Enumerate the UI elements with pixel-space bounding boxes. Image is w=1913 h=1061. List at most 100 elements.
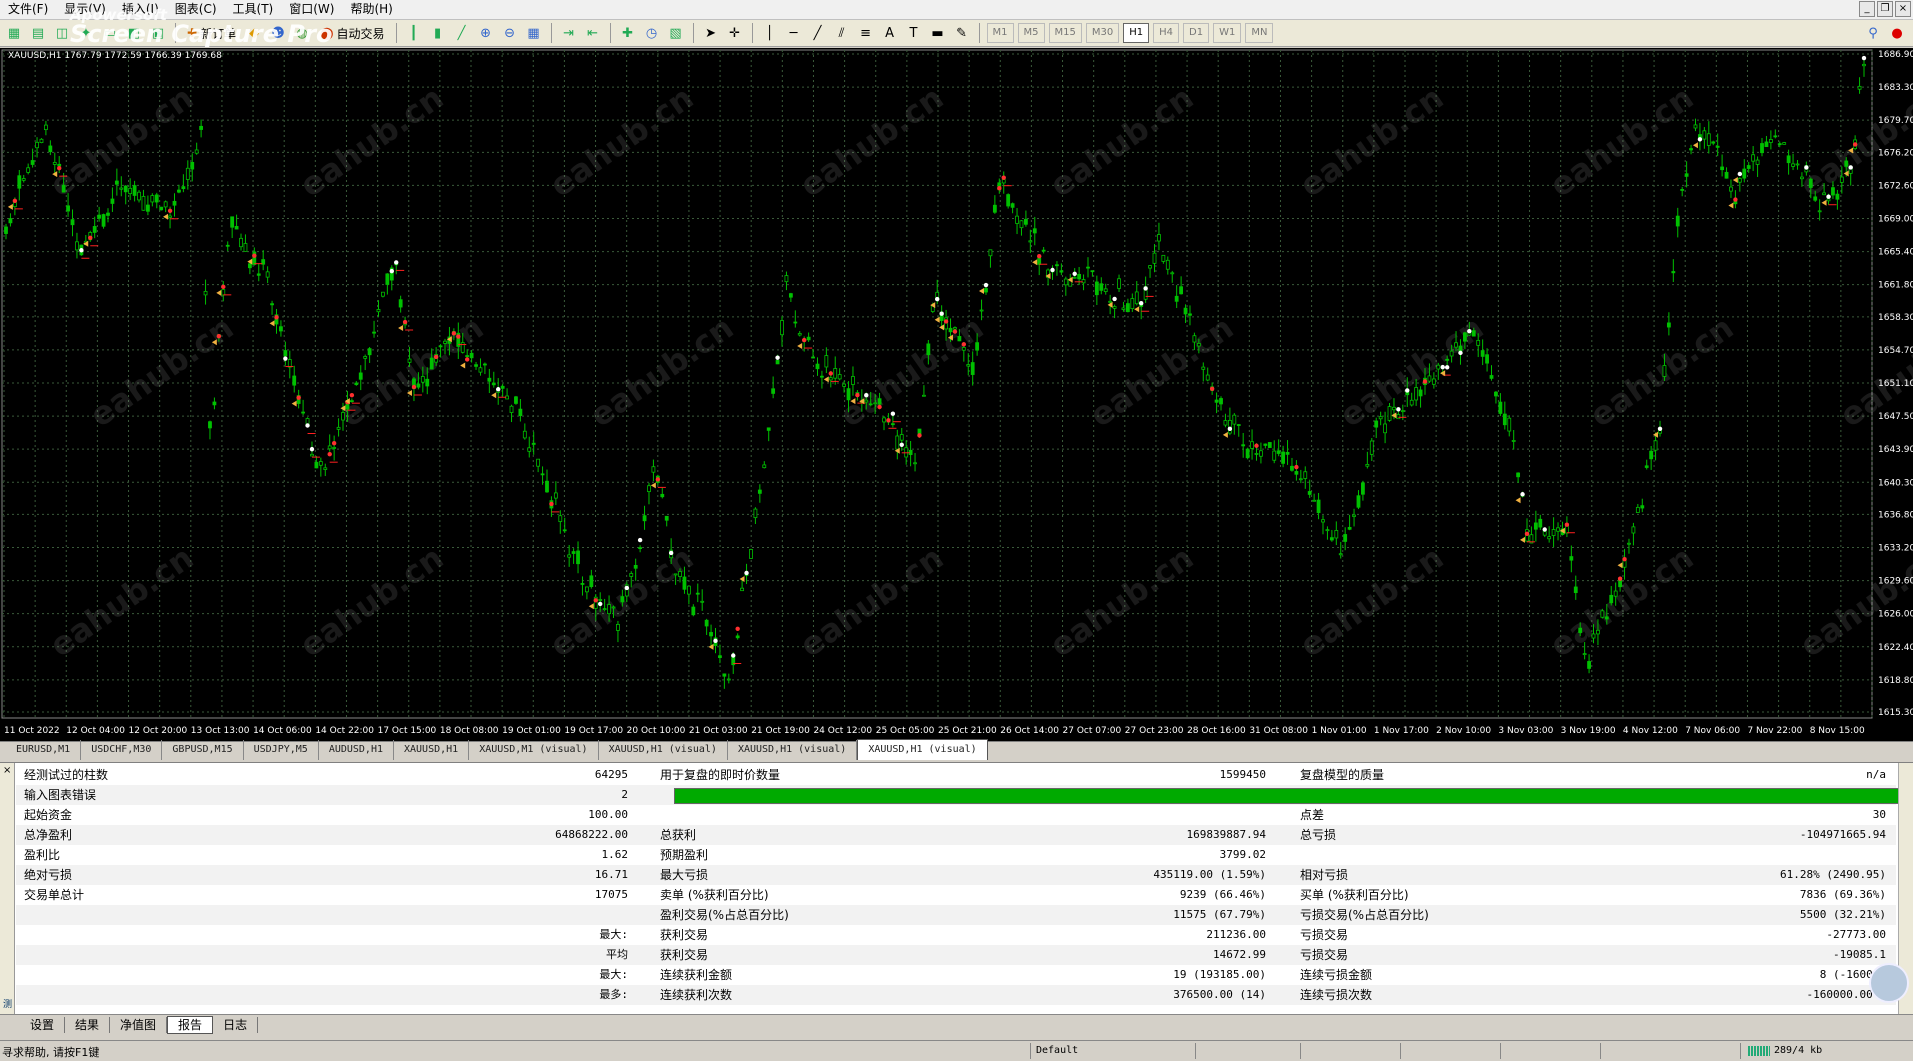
chart-tab-audusd-h1[interactable]: AUDUSD,H1 (319, 740, 394, 760)
tester-icon[interactable]: ◧ (124, 23, 144, 43)
candle-body (327, 445, 332, 450)
navigator-icon[interactable]: ✦ (76, 23, 96, 43)
time-label: 7 Nov 06:00 (1685, 726, 1740, 736)
market-watch-icon[interactable]: ◫ (52, 23, 72, 43)
text-label-icon[interactable]: T (904, 23, 924, 43)
tf-m1[interactable]: M1 (986, 23, 1014, 43)
tab-graph[interactable]: 净值图 (110, 1016, 168, 1033)
meta-editor-icon[interactable]: ◆ (244, 23, 264, 43)
tf-mn[interactable]: MN (1245, 23, 1274, 43)
label-consecutive-loss: 连续亏损次数 (1300, 988, 1373, 1002)
candle-body (1148, 265, 1152, 269)
cursor-icon[interactable]: ➤ (701, 23, 721, 43)
chart-shift-icon[interactable]: ⇤ (583, 23, 603, 43)
zoom-out-icon[interactable]: ⊖ (500, 23, 520, 43)
menu-insert[interactable]: 插入(I) (114, 0, 167, 19)
tf-h1[interactable]: H1 (1123, 23, 1150, 43)
minimize-icon[interactable]: _ (1859, 1, 1875, 17)
menu-chart[interactable]: 图表(C) (167, 0, 225, 19)
menu-tools[interactable]: 工具(T) (225, 0, 282, 19)
candle-body (1653, 440, 1658, 451)
chart-tab-gbpusd-m15[interactable]: GBPUSD,M15 (162, 740, 244, 760)
channel-icon[interactable]: ⫽ (832, 23, 852, 43)
indicators-icon[interactable]: ✚ (618, 23, 638, 43)
tab-settings[interactable]: 设置 (20, 1016, 66, 1033)
chart-tab-xauusd-h1[interactable]: XAUUSD,H1 (394, 740, 470, 760)
candlestick-icon[interactable]: ▮ (428, 23, 448, 43)
crosshair-icon[interactable]: ✛ (725, 23, 745, 43)
menu-view[interactable]: 显示(V) (56, 0, 114, 19)
close-icon[interactable]: × (1895, 1, 1911, 17)
templates-icon[interactable]: ▧ (666, 23, 686, 43)
people-icon[interactable]: ☻ (268, 23, 288, 43)
assistant-robot-icon[interactable] (1869, 963, 1909, 1003)
chart-tab-xauusd-h1-visual-1[interactable]: XAUUSD,H1 (visual) (599, 740, 728, 760)
value-largest-profit-trade: 211236.00 (1206, 928, 1266, 941)
notification-icon[interactable]: ● (1887, 23, 1907, 43)
tab-report[interactable]: 报告 (167, 1015, 214, 1034)
candle-body (185, 167, 190, 180)
candle-body (616, 624, 620, 631)
candle-body (1463, 332, 1467, 342)
profiles-icon[interactable]: ▤ (28, 23, 48, 43)
auto-trade-button[interactable]: ⬤ 自动交易 (316, 23, 388, 43)
close-icon[interactable]: × (3, 765, 11, 776)
candle-body (425, 378, 430, 387)
candle-body (372, 331, 376, 334)
auto-trade-label: 自动交易 (336, 26, 385, 41)
signals-icon[interactable]: ◍ (292, 23, 312, 43)
price-chart[interactable]: eahub.cn eahub.cn eahub.cn eahub.cn eahub.cn… (0, 48, 1913, 741)
chart-tab-xauusd-h1-visual-2[interactable]: XAUUSD,H1 (visual) (728, 740, 858, 760)
tile-windows-icon[interactable]: ▦ (524, 23, 544, 43)
restore-icon[interactable]: ❐ (1877, 1, 1893, 17)
trendline-icon[interactable]: ╱ (808, 23, 828, 43)
candle-body (1813, 196, 1818, 201)
tf-d1[interactable]: D1 (1183, 23, 1210, 43)
zoom-in-icon[interactable]: ⊕ (476, 23, 496, 43)
tab-results[interactable]: 结果 (65, 1016, 111, 1033)
tf-m30[interactable]: M30 (1085, 23, 1120, 43)
chart-tab-usdchf-m30[interactable]: USDCHF,M30 (81, 740, 163, 760)
chart-tab-eurusd-m1[interactable]: EURUSD,M1 (6, 740, 82, 760)
shapes-icon[interactable]: ✎ (952, 23, 972, 43)
bar-chart-icon[interactable]: ┃ (404, 23, 424, 43)
terminal-icon[interactable]: ▭ (100, 23, 120, 43)
candle-body (1117, 278, 1121, 289)
candle-body (673, 573, 678, 576)
tf-m15[interactable]: M15 (1048, 23, 1082, 43)
data-window-icon[interactable]: ▣ (148, 23, 168, 43)
candle-body (1720, 166, 1725, 171)
candle-body (1489, 375, 1494, 379)
arrows-icon[interactable]: ▬ (928, 23, 948, 43)
vertical-line-icon[interactable]: │ (760, 23, 780, 43)
chart-canvas[interactable]: eahub.cn eahub.cn eahub.cn eahub.cn eahub.cn… (0, 48, 1913, 741)
tf-w1[interactable]: W1 (1213, 23, 1242, 43)
trade-arrow (1692, 142, 1698, 149)
search-icon[interactable]: ⚲ (1863, 23, 1883, 43)
new-order-button[interactable]: ✚ 新订单 (183, 23, 240, 43)
fibonacci-icon[interactable]: ≡ (856, 23, 876, 43)
candle-body (1205, 374, 1210, 381)
eahub-watermark: eahub.cn (543, 78, 701, 204)
line-chart-icon[interactable]: ╱ (452, 23, 472, 43)
price-label: 1622.40 (1878, 643, 1913, 653)
periods-icon[interactable]: ◷ (642, 23, 662, 43)
tf-m5[interactable]: M5 (1017, 23, 1045, 43)
candle-body (1387, 406, 1392, 421)
time-label: 1 Nov 17:00 (1374, 726, 1429, 736)
chart-tab-usdjpy-m5[interactable]: USDJPY,M5 (244, 740, 319, 760)
candle-body (247, 263, 252, 269)
chart-tab-xauusd-m1-visual[interactable]: XAUUSD,M1 (visual) (469, 740, 599, 760)
tf-h4[interactable]: H4 (1153, 23, 1180, 43)
text-icon[interactable]: A (880, 23, 900, 43)
autoscroll-icon[interactable]: ⇥ (559, 23, 579, 43)
menu-file[interactable]: 文件(F) (0, 0, 56, 19)
menu-window[interactable]: 窗口(W) (281, 0, 342, 19)
candle-body (1294, 471, 1299, 475)
horizontal-line-icon[interactable]: ─ (784, 23, 804, 43)
candle-body (1569, 556, 1574, 561)
new-chart-icon[interactable]: ▦ (4, 23, 24, 43)
menu-help[interactable]: 帮助(H) (342, 0, 400, 19)
chart-tab-xauusd-h1-visual-active[interactable]: XAUUSD,H1 (visual) (857, 739, 988, 760)
tab-journal[interactable]: 日志 (213, 1016, 259, 1033)
